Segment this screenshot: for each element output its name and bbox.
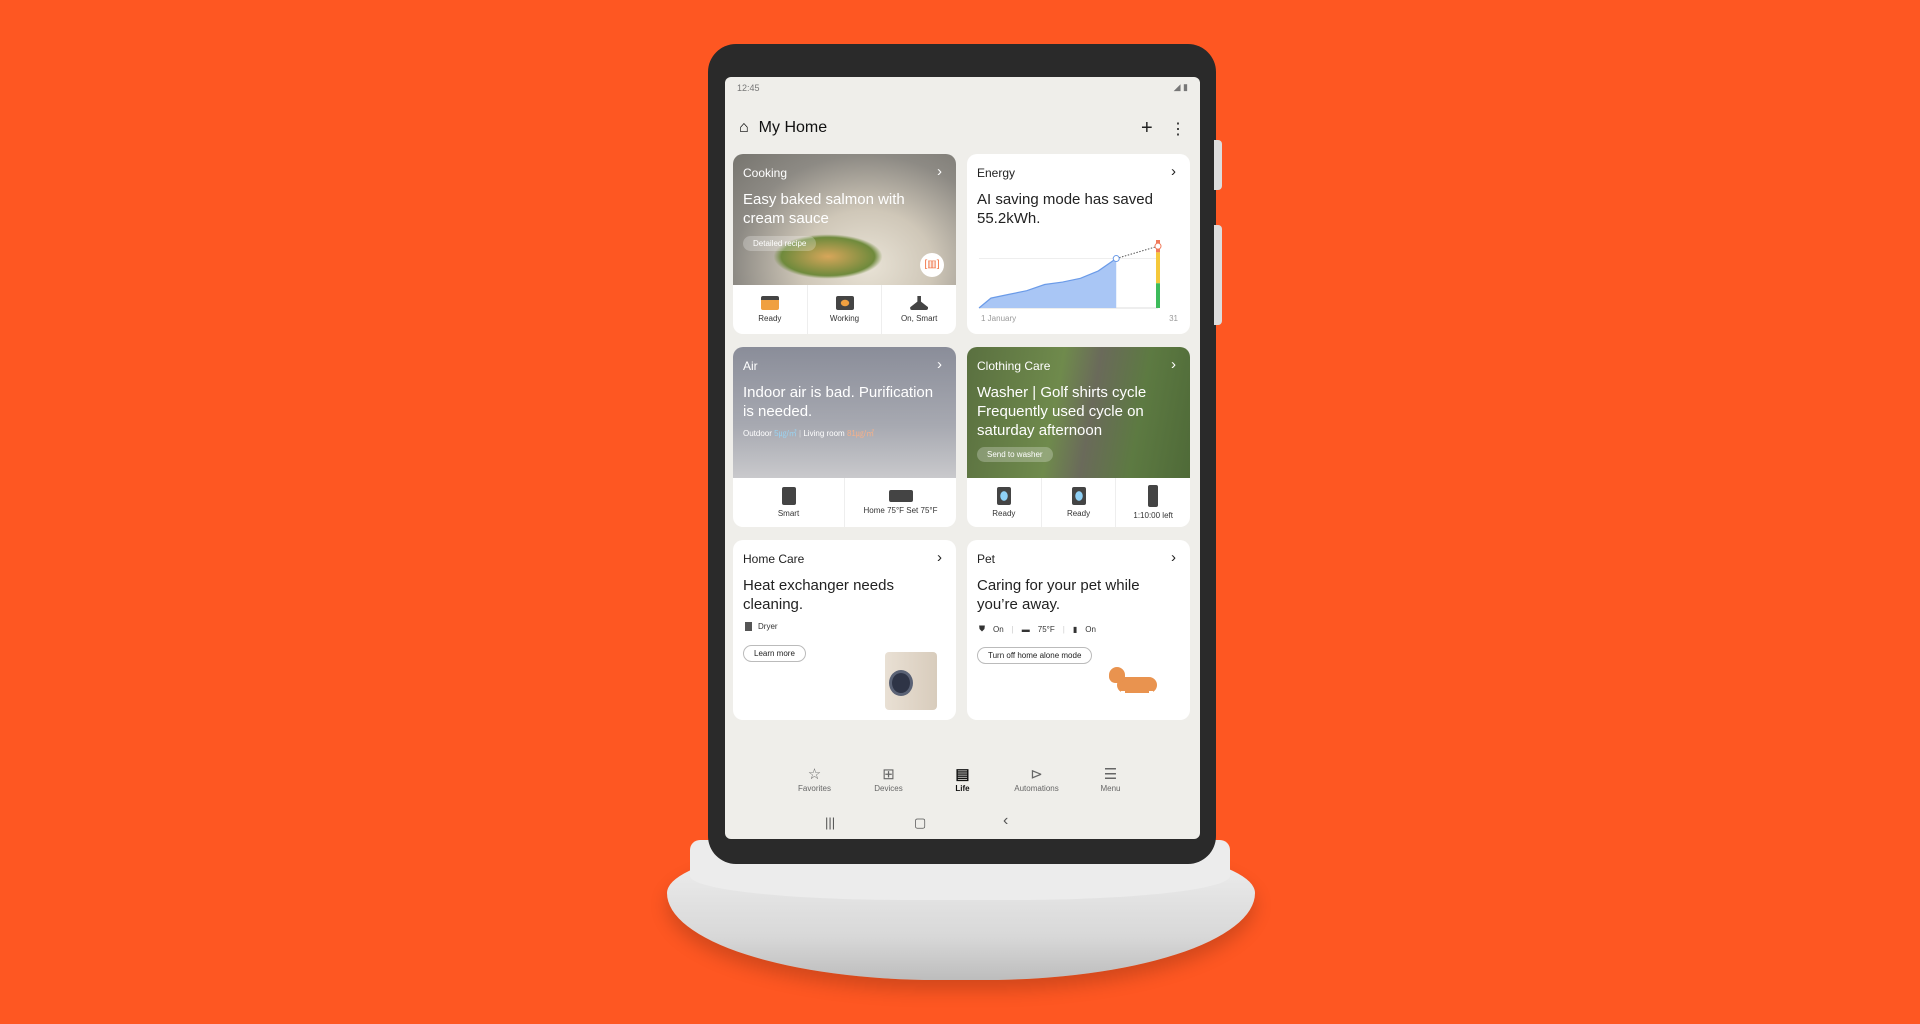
card-title: Home Care	[743, 552, 805, 566]
air-conditioner-icon: ▬	[1021, 624, 1030, 634]
purifier-icon: ▮	[1072, 624, 1078, 634]
card-headline: Indoor air is bad. Purification is neede…	[743, 384, 934, 420]
x-label-start: 1 January	[981, 314, 1017, 323]
turn-off-home-alone-button[interactable]: Turn off home alone mode	[977, 647, 1093, 664]
detailed-recipe-button[interactable]: Detailed recipe	[743, 236, 817, 251]
device-styler[interactable]: 1:10:00 left	[1116, 478, 1190, 527]
chevron-right-icon[interactable]: ›	[1171, 356, 1176, 373]
send-to-washer-button[interactable]: Send to washer	[977, 447, 1053, 462]
card-headline: Caring for your pet while you’re away.	[977, 577, 1140, 613]
energy-chart	[978, 240, 1162, 309]
card-headline: AI saving mode has saved 55.2kWh.	[977, 191, 1153, 227]
header: ⌂ My Home	[739, 119, 827, 137]
card-headline: Heat exchanger needs cleaning.	[743, 577, 894, 613]
card-title: Energy	[977, 166, 1016, 180]
card-headline: Washer | Golf shirts cycle Frequently us…	[977, 384, 1147, 439]
gauge-mid	[1156, 252, 1160, 284]
projection-line	[1116, 245, 1159, 260]
page-title[interactable]: My Home	[759, 119, 827, 137]
back-button[interactable]: ‹	[1003, 812, 1008, 830]
device-air-conditioner[interactable]: Home 75°F Set 75°F	[845, 478, 956, 527]
screen: 12:45 ◢ ▮ ⌂ My Home + ⋮ Cooking › Easy b…	[725, 77, 1200, 839]
scan-icon[interactable]: [▥]	[920, 253, 944, 277]
nav-automations[interactable]: ⊳ Automations	[1014, 765, 1059, 793]
device-washer[interactable]: Ready	[967, 478, 1042, 527]
home-button[interactable]: ▢	[914, 815, 926, 831]
dryer-icon	[745, 622, 752, 631]
device-tag: Dryer	[745, 622, 778, 631]
card-title: Clothing Care	[977, 359, 1051, 373]
oven-icon	[760, 296, 779, 310]
current-point	[1112, 255, 1120, 263]
home-icon: ⌂	[739, 119, 749, 136]
device-hood[interactable]: On, Smart	[882, 285, 956, 334]
chevron-right-icon[interactable]: ›	[1171, 549, 1176, 566]
area-series	[979, 258, 1117, 308]
device-air-purifier[interactable]: Smart	[733, 478, 845, 527]
home-care-card[interactable]: Home Care › Heat exchanger needs cleanin…	[733, 540, 956, 720]
pet-device-statuses: ⛊ On | ▬ 75°F | ▮ On	[979, 624, 1096, 634]
energy-card[interactable]: Energy › AI saving mode has saved 55.2kW…	[967, 154, 1190, 334]
nav-label: Automations	[1014, 784, 1059, 793]
power-button	[1214, 225, 1222, 325]
nav-label: Devices	[874, 784, 903, 793]
nav-label: Life	[955, 784, 970, 793]
bottom-nav: ☆ Favorites ⊞ Devices ▤ Life ⊳ Automations ☰ Menu	[725, 765, 1200, 793]
pet-card[interactable]: Pet › Caring for your pet while you’re a…	[967, 540, 1190, 720]
dryer-icon	[1071, 487, 1086, 505]
volume-button	[1214, 140, 1222, 190]
styler-icon	[1148, 485, 1159, 507]
nav-label: Menu	[1100, 784, 1121, 793]
card-title: Cooking	[743, 166, 788, 180]
chevron-right-icon[interactable]: ›	[937, 356, 942, 373]
favorites-icon: ☆	[807, 766, 822, 783]
device-oven[interactable]: Ready	[733, 285, 808, 334]
device-cooktop[interactable]: Working	[808, 285, 883, 334]
add-button[interactable]: +	[1141, 117, 1153, 140]
learn-more-button[interactable]: Learn more	[743, 645, 806, 662]
x-label-end: 31	[1169, 314, 1178, 323]
robot-vacuum-icon: ⛊	[979, 624, 985, 633]
cooking-card[interactable]: Cooking › Easy baked salmon with cream s…	[733, 154, 956, 334]
air-quality-readout: Outdoor 5㎍/㎥ | Living room 81㎍/㎥	[743, 429, 875, 438]
chevron-right-icon[interactable]: ›	[937, 163, 942, 180]
nav-life[interactable]: ▤ Life	[943, 765, 983, 793]
dog-illustration	[1107, 665, 1167, 705]
life-icon: ▤	[955, 766, 970, 783]
signal-battery-icon: ◢ ▮	[1173, 82, 1188, 92]
dryer-illustration	[885, 652, 937, 710]
chevron-right-icon[interactable]: ›	[1171, 163, 1176, 180]
recent-apps-button[interactable]: |||	[825, 815, 835, 830]
card-title: Pet	[977, 552, 996, 566]
air-purifier-icon	[781, 487, 796, 505]
gauge-low	[1156, 283, 1160, 308]
nav-devices[interactable]: ⊞ Devices	[869, 765, 909, 793]
nav-menu[interactable]: ☰ Menu	[1091, 765, 1131, 793]
projected-point	[1154, 242, 1162, 250]
washer-icon	[996, 487, 1011, 505]
nav-favorites[interactable]: ☆ Favorites	[795, 765, 835, 793]
menu-icon: ☰	[1103, 766, 1118, 783]
nav-label: Favorites	[798, 784, 831, 793]
card-headline: Easy baked salmon with cream sauce	[743, 191, 905, 227]
more-options-button[interactable]: ⋮	[1170, 119, 1186, 139]
status-time: 12:45	[737, 83, 760, 93]
hood-icon	[910, 296, 929, 310]
card-title: Air	[743, 359, 758, 373]
device-dryer[interactable]: Ready	[1042, 478, 1117, 527]
air-card[interactable]: Air › Indoor air is bad. Purification is…	[733, 347, 956, 527]
automations-icon: ⊳	[1030, 766, 1043, 783]
devices-icon: ⊞	[882, 766, 895, 783]
air-conditioner-icon	[888, 490, 913, 502]
cooktop-icon	[835, 296, 854, 310]
chevron-right-icon[interactable]: ›	[937, 549, 942, 566]
clothing-care-card[interactable]: Clothing Care › Washer | Golf shirts cyc…	[967, 347, 1190, 527]
